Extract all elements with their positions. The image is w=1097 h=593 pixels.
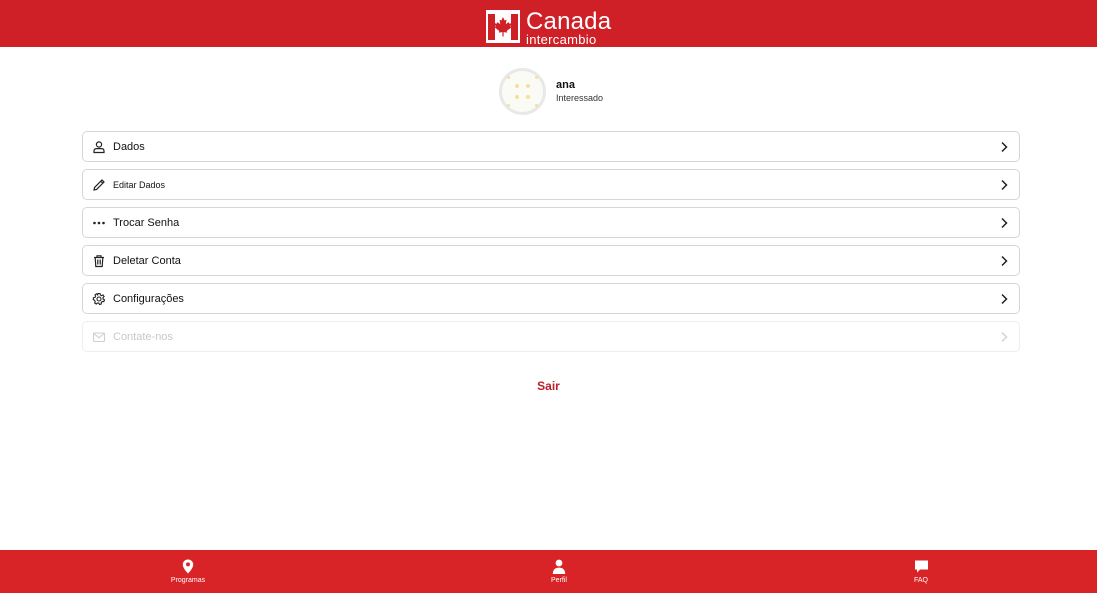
nav-item-faq[interactable]: FAQ [881, 558, 961, 584]
menu-item-label: Configurações [113, 292, 184, 305]
menu-item-label: Dados [113, 140, 145, 153]
menu-item-label: Deletar Conta [113, 254, 181, 267]
nav-label: Programas [170, 577, 206, 584]
menu-item-label: Trocar Senha [113, 216, 180, 229]
avatar[interactable] [499, 68, 546, 115]
menu-item-configuracoes[interactable]: Configurações [82, 283, 1020, 314]
chevron-right-icon [999, 331, 1009, 343]
nav-item-perfil[interactable]: Perfil [519, 558, 599, 584]
nav-label: FAQ [913, 577, 928, 584]
nav-label: Perfil [551, 577, 567, 584]
dots-icon [91, 215, 107, 231]
menu-item-deletar-conta[interactable]: Deletar Conta [82, 245, 1020, 276]
user-role: Interessado [556, 93, 604, 103]
menu-item-dados[interactable]: Dados [82, 131, 1020, 162]
mail-icon [91, 329, 107, 345]
maple-leaf-icon [486, 10, 520, 43]
profile-summary: ana Interessado [499, 68, 603, 115]
menu-item-label: Editar Dados [113, 179, 166, 190]
brand-logo[interactable]: Canada intercambio [486, 8, 612, 46]
nav-item-programas[interactable]: Programas [148, 558, 228, 584]
gear-icon [91, 291, 107, 307]
chevron-right-icon [999, 255, 1009, 267]
bottom-navigation: Programas Perfil FAQ [0, 550, 1097, 593]
menu-item-contate-nos: Contate-nos [82, 321, 1020, 352]
pencil-icon [91, 177, 107, 193]
chevron-right-icon [999, 179, 1009, 191]
brand-name: Canada [526, 8, 612, 35]
user-icon [91, 139, 107, 155]
chevron-right-icon [999, 141, 1009, 153]
menu-item-trocar-senha[interactable]: Trocar Senha [82, 207, 1020, 238]
chevron-right-icon [999, 293, 1009, 305]
menu-item-label: Contate-nos [113, 330, 173, 343]
logout-button[interactable]: Sair [0, 379, 1097, 393]
chevron-right-icon [999, 217, 1009, 229]
user-name: ana [556, 79, 575, 91]
top-header: Canada intercambio [0, 0, 1097, 47]
menu-item-editar-dados[interactable]: Editar Dados [82, 169, 1020, 200]
map-pin-icon [148, 558, 228, 574]
person-icon [519, 558, 599, 574]
chat-icon [881, 558, 961, 574]
trash-icon [91, 253, 107, 269]
profile-menu: Dados Editar Dados Trocar Senha Deletar … [82, 131, 1020, 359]
